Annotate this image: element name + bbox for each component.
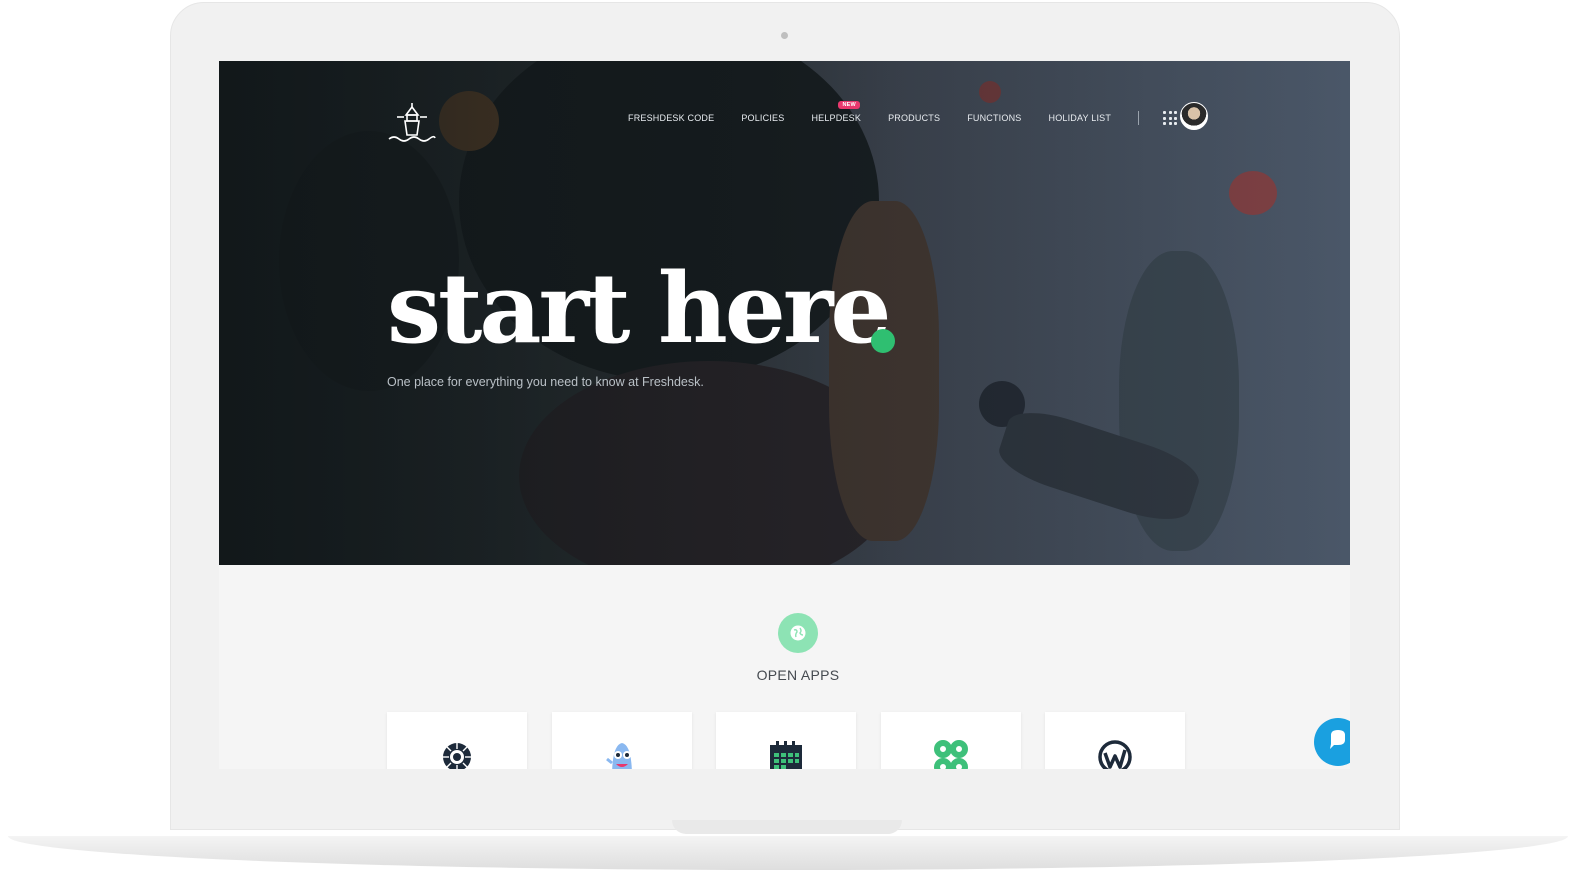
sunburst-icon bbox=[443, 743, 471, 769]
new-badge: NEW bbox=[838, 101, 860, 109]
laptop-base bbox=[8, 836, 1568, 870]
app-card[interactable] bbox=[1045, 712, 1185, 769]
nav-holiday-list[interactable]: HOLIDAY LIST bbox=[1049, 113, 1112, 123]
hero-headline: start here bbox=[387, 252, 891, 365]
hero-subtitle: One place for everything you need to kno… bbox=[387, 375, 704, 389]
command-icon bbox=[933, 740, 968, 769]
globe-icon bbox=[778, 613, 818, 653]
nav-divider bbox=[1138, 111, 1140, 125]
app-card[interactable] bbox=[716, 712, 856, 769]
laptop-camera bbox=[781, 32, 788, 39]
nav-policies[interactable]: POLICIES bbox=[741, 113, 784, 123]
open-apps-title: OPEN APPS bbox=[756, 667, 840, 683]
calendar-icon bbox=[770, 741, 802, 769]
lighthouse-logo[interactable] bbox=[387, 101, 437, 143]
nav-helpdesk[interactable]: HELPDESK NEW bbox=[811, 101, 862, 123]
main-nav: FRESHDESK CODE POLICIES HELPDESK NEW PRO… bbox=[628, 101, 1207, 125]
workplace-icon bbox=[1098, 740, 1132, 769]
hero-banner: FRESHDESK CODE POLICIES HELPDESK NEW PRO… bbox=[219, 61, 1350, 565]
nav-freshdesk-code[interactable]: FRESHDESK CODE bbox=[628, 113, 714, 123]
nav-functions[interactable]: FUNCTIONS bbox=[967, 113, 1021, 123]
app-card[interactable] bbox=[880, 712, 1021, 769]
app-card[interactable] bbox=[387, 712, 527, 769]
user-avatar[interactable] bbox=[1180, 102, 1208, 130]
laptop-notch bbox=[672, 820, 902, 834]
nav-helpdesk-label: HELPDESK bbox=[811, 113, 862, 123]
mascot-icon bbox=[605, 743, 632, 769]
apps-list bbox=[387, 712, 1210, 769]
chat-icon bbox=[1330, 730, 1345, 749]
app-card[interactable] bbox=[551, 712, 692, 769]
chat-button[interactable] bbox=[1314, 718, 1350, 766]
grid-icon[interactable] bbox=[1163, 111, 1178, 125]
nav-products[interactable]: PRODUCTS bbox=[888, 113, 940, 123]
screen: FRESHDESK CODE POLICIES HELPDESK NEW PRO… bbox=[219, 61, 1350, 769]
headline-dot bbox=[871, 329, 895, 353]
